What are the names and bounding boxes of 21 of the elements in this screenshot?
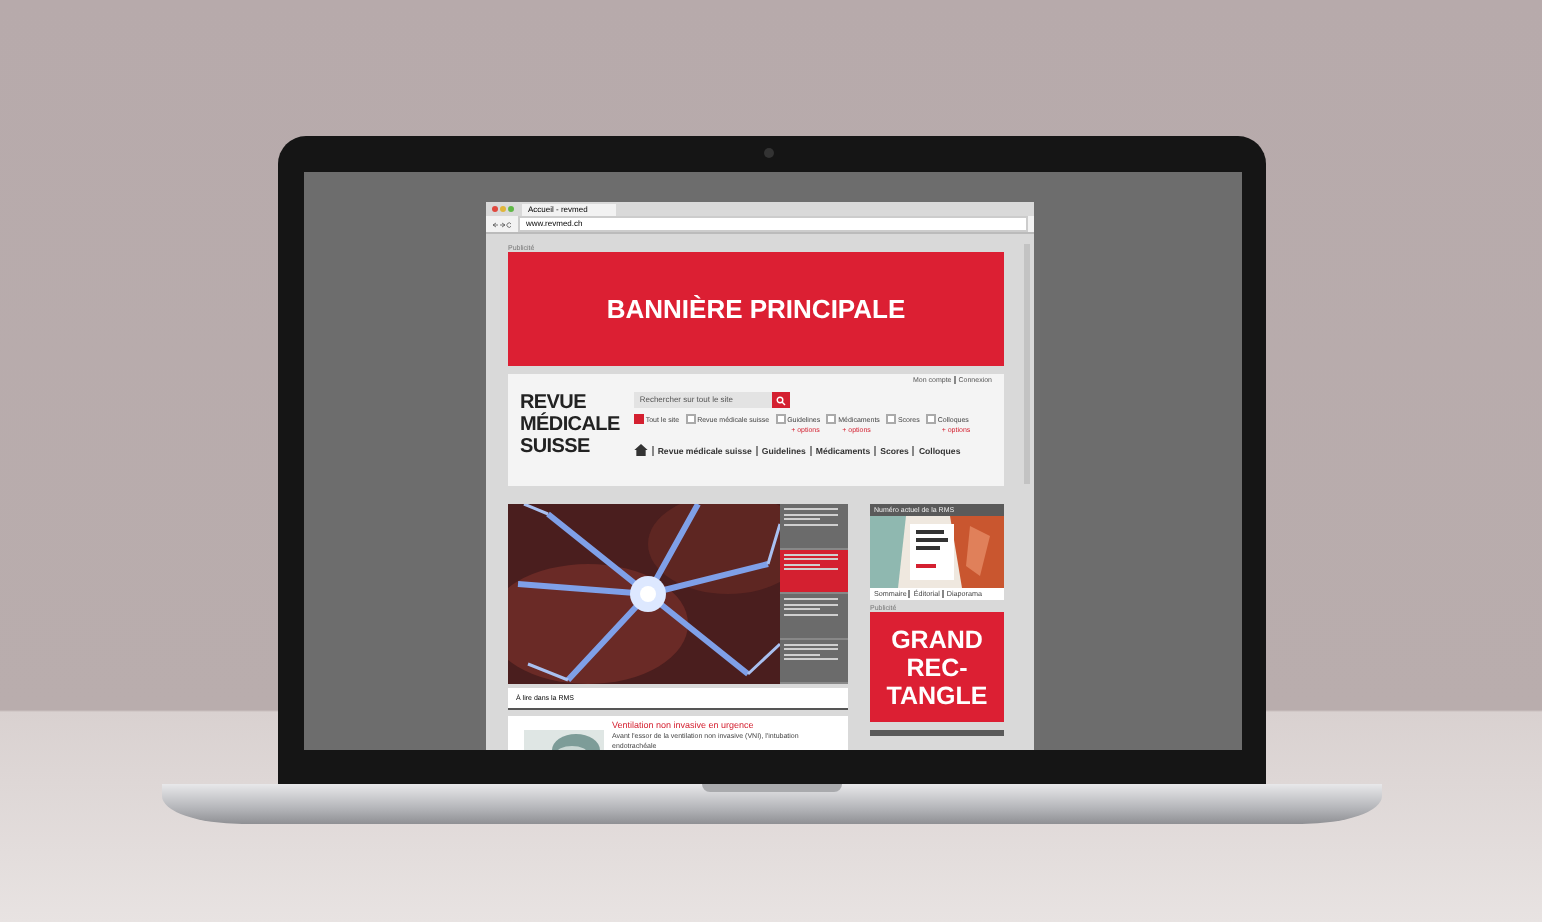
checkbox[interactable] — [633, 414, 644, 424]
checkbox[interactable] — [885, 414, 896, 424]
card-header — [870, 730, 1004, 736]
teaser-item[interactable] — [780, 639, 848, 684]
window-controls-icon[interactable] — [492, 206, 514, 212]
teaser-item[interactable] — [780, 549, 848, 594]
teaser-item[interactable] — [780, 504, 848, 549]
rectangle-ad[interactable]: GRAND REC- TANGLE — [870, 612, 1004, 722]
checkbox[interactable] — [775, 414, 786, 424]
navigation-icon[interactable] — [492, 221, 512, 227]
camera-icon — [763, 148, 773, 158]
checkbox[interactable] — [925, 414, 936, 424]
search-icon — [775, 395, 786, 405]
teaser-item[interactable] — [780, 594, 848, 639]
logo-text: SUISSE — [520, 436, 592, 458]
banner-ad[interactable]: BANNIÈRE PRINCIPALE — [508, 252, 1004, 366]
home-icon[interactable] — [633, 444, 648, 456]
logo-text: REVUE — [520, 392, 586, 414]
logo-text: MÉDICALE — [520, 414, 620, 436]
checkbox[interactable] — [685, 414, 696, 424]
checkbox[interactable] — [826, 414, 837, 424]
